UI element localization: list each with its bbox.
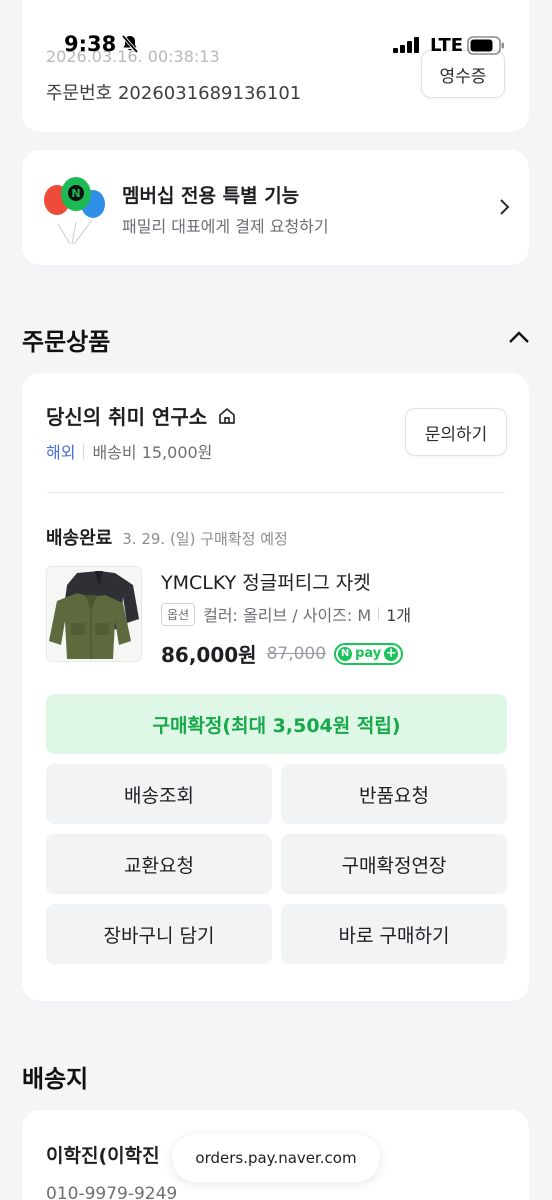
svg-text:N: N [71, 187, 80, 200]
order-number-row: 주문번호 2026031689136101 [46, 79, 301, 105]
price-row: 86,000원 87,000 N pay + [161, 639, 404, 668]
return-request-button[interactable]: 반품요청 [281, 764, 507, 824]
npay-plus-badge: N pay + [334, 642, 404, 665]
add-to-cart-button[interactable]: 장바구니 담기 [46, 904, 272, 964]
recipient-phone: 010-9979-9249 [46, 1184, 178, 1200]
section-title-shipping-address: 배송지 [22, 1065, 89, 1093]
store-name[interactable]: 당신의 취미 연구소 [46, 401, 207, 430]
order-number-value: 2026031689136101 [117, 83, 302, 104]
product-name[interactable]: YMCLKY 정글퍼티그 자켓 [161, 568, 371, 595]
membership-card[interactable]: N 멤버십 전용 특별 기능 패밀리 대표에게 결제 요청하기 [22, 150, 529, 265]
meta-divider [83, 443, 85, 459]
delivery-status: 배송완료 [46, 528, 113, 549]
option-tag: 옵션 [161, 602, 196, 626]
exchange-request-button[interactable]: 교환요청 [46, 834, 272, 894]
product-thumbnail[interactable] [46, 566, 142, 662]
jacket-image [47, 567, 141, 661]
product-price: 86,000원 [161, 643, 257, 667]
buy-now-button[interactable]: 바로 구매하기 [281, 904, 507, 964]
inquiry-button[interactable]: 문의하기 [405, 408, 507, 456]
chevron-up-icon[interactable] [508, 329, 530, 345]
home-icon [219, 408, 235, 424]
original-price: 87,000 [266, 643, 327, 664]
chevron-right-icon [500, 199, 510, 215]
membership-subtitle: 패밀리 대표에게 결제 요청하기 [122, 217, 329, 236]
balloons-icon: N [44, 177, 105, 245]
confirm-schedule-note: 3. 29. (일) 구매확정 예정 [122, 530, 288, 548]
extend-confirm-button[interactable]: 구매확정연장 [281, 834, 507, 894]
ordered-product-card: 당신의 취미 연구소 해외 배송비 15,000원 문의하기 배송완료 3. 2… [22, 373, 529, 1001]
shipping-fee: 배송비 15,000원 [92, 443, 213, 462]
browser-url-bar[interactable]: orders.pay.naver.com [172, 1134, 380, 1182]
store-region: 해외 [46, 443, 76, 462]
store-meta: 해외 배송비 15,000원 [46, 439, 212, 463]
track-delivery-button[interactable]: 배송조회 [46, 764, 272, 824]
delivery-status-row: 배송완료 3. 29. (일) 구매확정 예정 [46, 524, 288, 550]
recipient-name: 이학진(이학진 [46, 1145, 160, 1167]
npay-label: pay [355, 646, 382, 661]
receipt-button[interactable]: 영수증 [421, 50, 505, 98]
order-info-card: 2026.03.16. 00:38:13 주문번호 20260316891361… [22, 0, 529, 132]
purchase-confirm-button[interactable]: 구매확정(최대 3,504원 적립) [46, 694, 507, 754]
product-option: 컬러: 올리브 / 사이즈: M [203, 606, 372, 625]
section-title-ordered-products: 주문상품 [22, 328, 111, 356]
product-option-row: 옵션 컬러: 올리브 / 사이즈: M 1개 [161, 602, 411, 626]
order-datetime: 2026.03.16. 00:38:13 [46, 47, 220, 66]
plus-icon: + [384, 646, 399, 661]
order-number-label: 주문번호 [46, 83, 113, 104]
membership-title: 멤버십 전용 특별 기능 [122, 185, 300, 207]
qty-divider [378, 607, 380, 621]
divider [46, 492, 505, 493]
npay-n-icon: N [338, 646, 353, 661]
product-quantity: 1개 [386, 606, 412, 625]
